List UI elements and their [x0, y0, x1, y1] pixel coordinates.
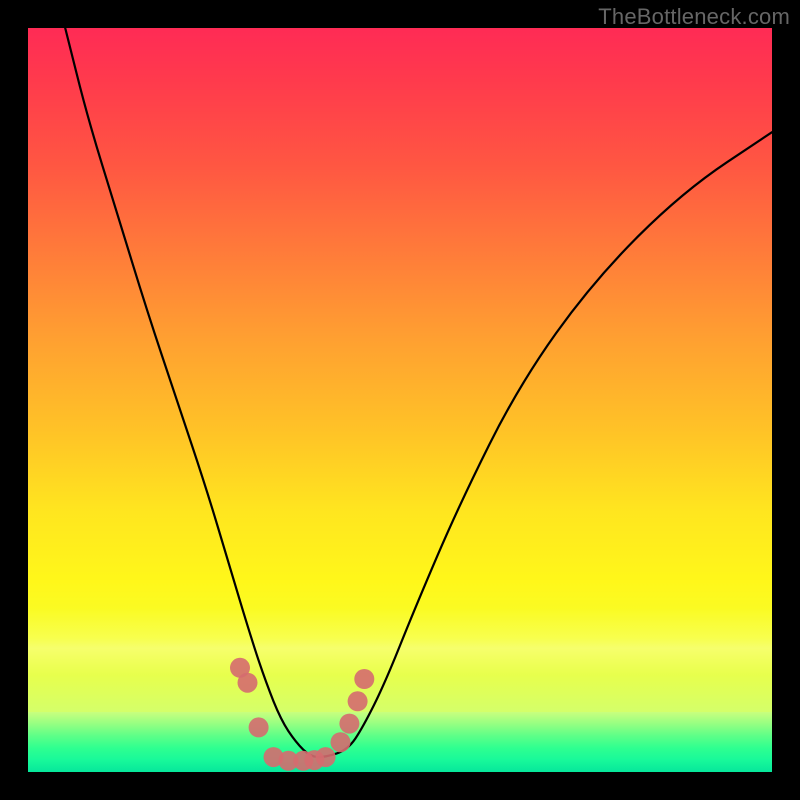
bottleneck-curve-path: [65, 28, 772, 757]
marker-dot: [354, 669, 374, 689]
watermark-label: TheBottleneck.com: [598, 4, 790, 30]
marker-dot: [316, 747, 336, 767]
marker-dot: [249, 717, 269, 737]
marker-dot: [331, 732, 351, 752]
plot-area: [28, 28, 772, 772]
chart-frame: TheBottleneck.com: [0, 0, 800, 800]
marker-dot: [348, 691, 368, 711]
marker-dot: [339, 714, 359, 734]
marker-dot: [238, 673, 258, 693]
highlight-markers: [230, 658, 374, 771]
curve-svg: [28, 28, 772, 772]
